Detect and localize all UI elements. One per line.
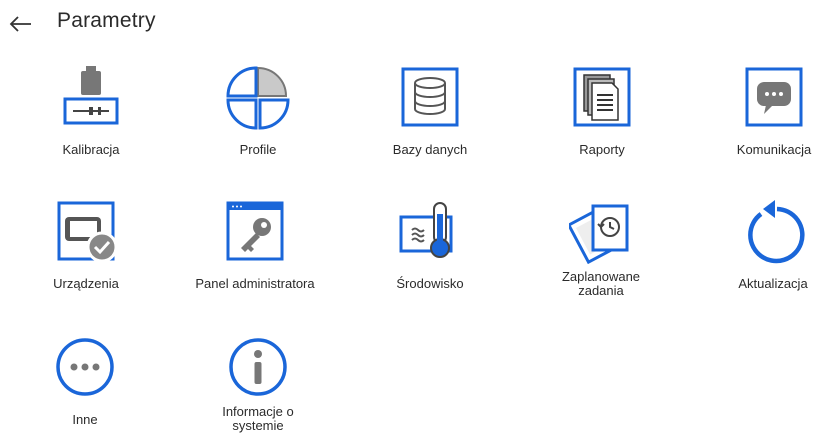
- calibration-weight-icon: [63, 66, 119, 125]
- tile-informacje-o-systemie[interactable]: Informacje o systemie: [178, 335, 338, 445]
- tile-label: Kalibracja: [62, 142, 120, 157]
- tile-label: Środowisko: [396, 276, 464, 291]
- tile-label: Profile: [239, 142, 277, 157]
- environment-thermometer-icon: [399, 202, 453, 258]
- devices-check-icon: [57, 201, 118, 263]
- tile-aktualizacja[interactable]: Aktualizacja: [693, 200, 814, 310]
- info-icon: [229, 338, 287, 396]
- tile-kalibracja[interactable]: Kalibracja: [11, 66, 171, 176]
- tile-label-line1: Informacje o: [222, 404, 294, 419]
- database-icon: [401, 67, 459, 127]
- header-bar: Parametry: [0, 0, 814, 48]
- tile-inne[interactable]: Inne: [5, 335, 165, 445]
- tile-label-line1: Zaplanowane: [561, 269, 641, 284]
- profiles-pie-icon: [226, 66, 290, 130]
- tile-label: Raporty: [579, 142, 625, 157]
- tile-label: Aktualizacja: [738, 276, 808, 291]
- tile-panel-administratora[interactable]: Panel administratora: [175, 200, 335, 310]
- tile-label: Komunikacja: [736, 142, 812, 157]
- tile-profile[interactable]: Profile: [178, 66, 338, 176]
- tile-label: Panel administratora: [195, 276, 315, 291]
- tile-raporty[interactable]: Raporty: [522, 66, 682, 176]
- tile-komunikacja[interactable]: Komunikacja: [694, 66, 814, 176]
- update-refresh-icon: [748, 200, 805, 264]
- tile-label-line2: zadania: [578, 283, 624, 298]
- scheduled-tasks-icon: [569, 204, 629, 264]
- page-title: Parametry: [57, 9, 156, 32]
- tile-zaplanowane-zadania[interactable]: Zaplanowane zadania: [521, 200, 681, 310]
- back-arrow-icon[interactable]: [8, 14, 34, 34]
- chat-bubble-icon: [745, 67, 803, 127]
- tile-label: Urządzenia: [53, 276, 119, 291]
- tile-urzadzenia[interactable]: Urządzenia: [6, 200, 166, 310]
- admin-key-icon: [226, 201, 284, 261]
- tile-label-line2: systemie: [232, 418, 284, 433]
- more-dots-icon: [56, 338, 114, 396]
- tile-label: Bazy danych: [392, 142, 468, 157]
- tile-srodowisko[interactable]: Środowisko: [350, 200, 510, 310]
- tile-label: Inne: [72, 412, 98, 427]
- tile-bazy-danych[interactable]: Bazy danych: [350, 66, 510, 176]
- reports-icon: [573, 67, 631, 127]
